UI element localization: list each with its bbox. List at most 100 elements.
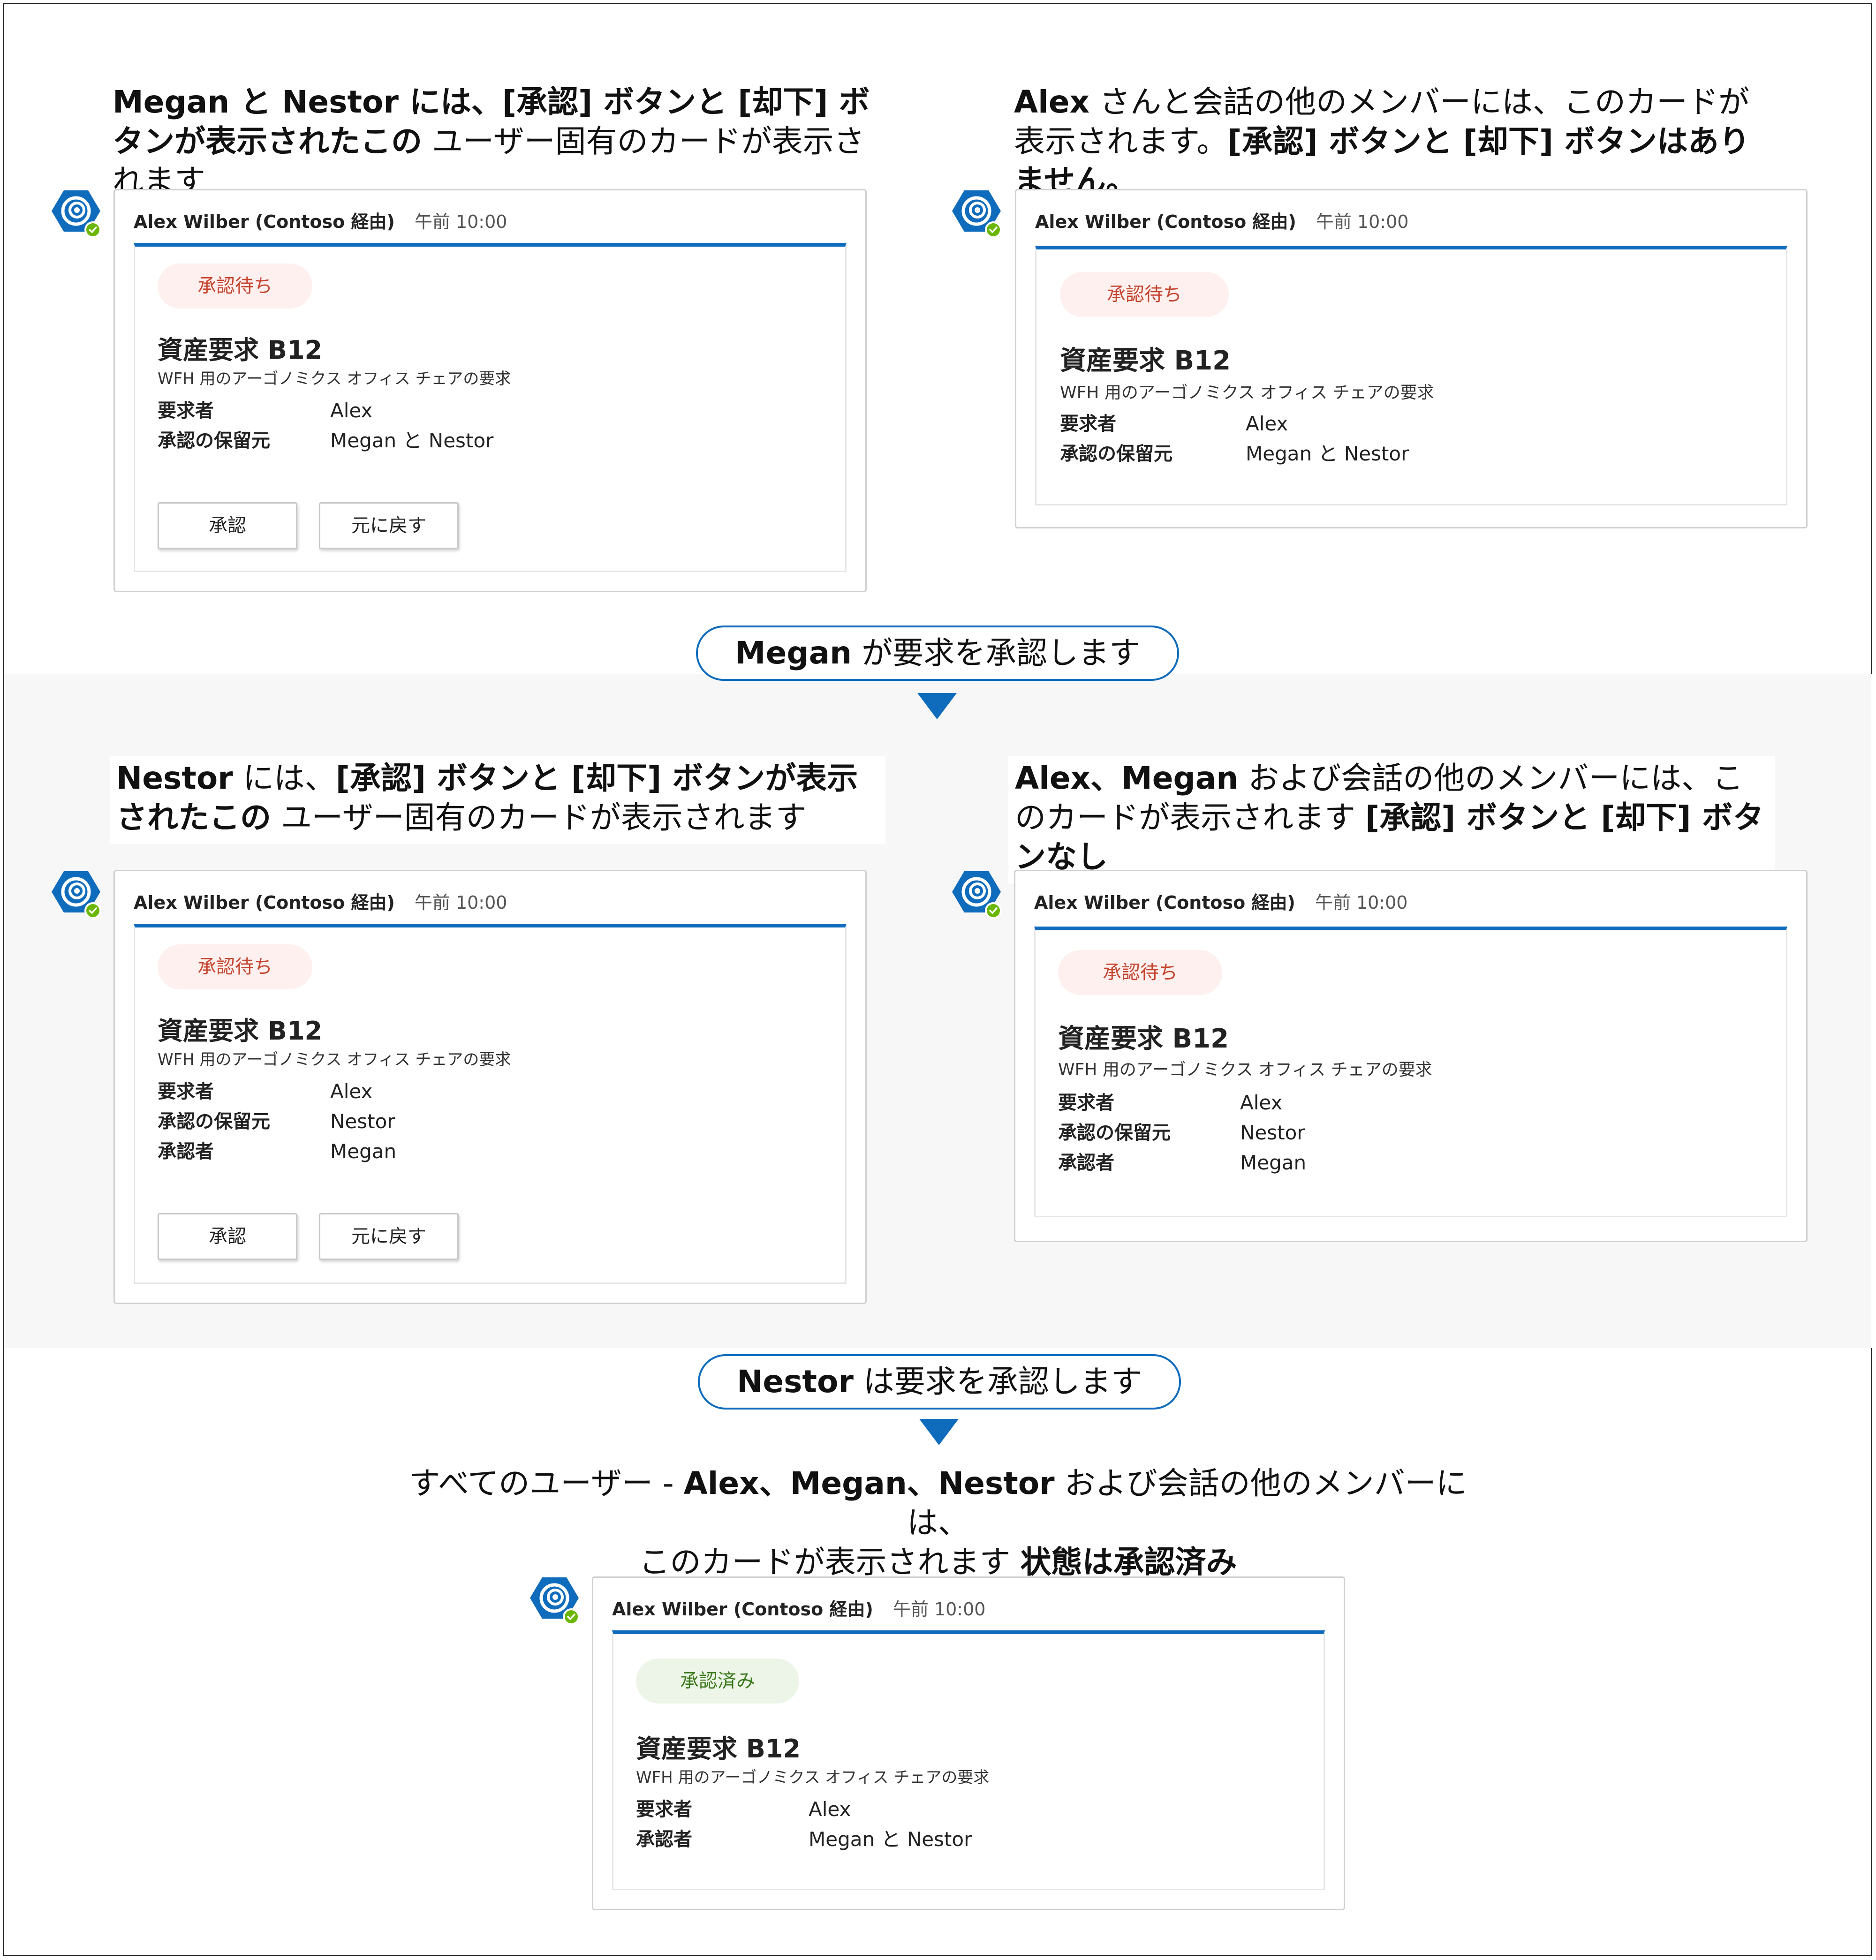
- caption-top-right-name: Alex: [1014, 84, 1090, 120]
- field-label: 要求者: [1060, 413, 1116, 435]
- swirl-core: [975, 888, 980, 894]
- card-body: 承認待ち 資産要求 B12 WFH 用のアーゴノミクス オフィス チェアの要求 …: [134, 924, 847, 1284]
- adaptive-card-others: Alex Wilber (Contoso 経由) 午前 10:00 承認待ち 資…: [1015, 189, 1808, 528]
- field-row: 要求者 Alex: [1060, 409, 1409, 439]
- field-row: 要求者 Alex: [158, 396, 493, 426]
- status-badge: 承認済み: [636, 1658, 799, 1704]
- status-badge: 承認待ち: [1058, 950, 1222, 995]
- request-subtitle: WFH 用のアーゴノミクス オフィス チェアの要求: [1060, 383, 1434, 402]
- request-title: 資産要求 B12: [158, 335, 323, 365]
- request-subtitle: WFH 用のアーゴノミクス オフィス チェアの要求: [158, 1050, 511, 1069]
- caption-mid-left-normal-2: ユーザー固有のカードが表示されます: [271, 799, 807, 836]
- step-megan-name: Megan: [734, 635, 852, 671]
- field-value: Megan: [330, 1140, 397, 1163]
- card-body: 承認待ち 資産要求 B12 WFH 用のアーゴノミクス オフィス チェアの要求 …: [1034, 927, 1787, 1217]
- undo-button[interactable]: 元に戻す: [319, 502, 459, 549]
- field-row: 要求者 Alex: [158, 1077, 396, 1107]
- request-title: 資産要求 B12: [1060, 346, 1231, 376]
- presence-available-icon: [86, 223, 99, 236]
- request-title: 資産要求 B12: [636, 1734, 801, 1764]
- field-value: Alex: [330, 399, 373, 422]
- field-label: 要求者: [636, 1799, 692, 1820]
- card-header: Alex Wilber (Contoso 経由) 午前 10:00: [134, 884, 847, 917]
- request-fields: 要求者 Alex 承認の保留元 Nestor 承認者 Megan: [158, 1077, 396, 1167]
- step-nestor-name: Nestor: [737, 1364, 854, 1400]
- step-megan-text: が要求を承認します: [852, 635, 1141, 671]
- field-row: 要求者 Alex: [636, 1794, 972, 1824]
- request-fields: 要求者 Alex 承認の保留元 Megan と Nestor: [158, 396, 493, 456]
- field-label: 承認の保留元: [158, 430, 270, 452]
- field-label: 要求者: [158, 400, 214, 422]
- caption-bottom: すべてのユーザー - Alex、Megan、Nestor および会話の他のメンバ…: [385, 1464, 1491, 1582]
- request-subtitle: WFH 用のアーゴノミクス オフィス チェアの要求: [158, 369, 511, 388]
- presence-available-icon: [86, 904, 99, 917]
- caption-mid-left-normal-1: には、: [233, 760, 336, 796]
- field-value: Megan と Nestor: [809, 1828, 972, 1851]
- bot-avatar-icon: [530, 1577, 580, 1625]
- request-title: 資産要求 B12: [1058, 1024, 1229, 1054]
- field-row: 承認者 Megan: [1058, 1148, 1306, 1178]
- undo-button[interactable]: 元に戻す: [319, 1213, 459, 1260]
- field-value: Megan: [1240, 1151, 1307, 1174]
- step-nestor-text: は要求を承認します: [853, 1364, 1142, 1400]
- request-subtitle: WFH 用のアーゴノミクス オフィス チェアの要求: [1058, 1060, 1432, 1079]
- card-sender: Alex Wilber (Contoso 経由): [134, 892, 395, 913]
- arrow-down-icon: [919, 1419, 959, 1445]
- field-row: 承認の保留元 Megan と Nestor: [1060, 439, 1409, 469]
- card-sender: Alex Wilber (Contoso 経由): [612, 1598, 873, 1620]
- swirl-core: [552, 1594, 558, 1600]
- presence-available-icon: [565, 1610, 578, 1623]
- request-fields: 要求者 Alex 承認者 Megan と Nestor: [636, 1794, 972, 1854]
- field-label: 承認者: [158, 1141, 214, 1162]
- presence-available-icon: [987, 223, 1000, 236]
- field-value: Alex: [1240, 1091, 1283, 1114]
- caption-top-left: Megan と Nestor には、[承認] ボタンと [却下] ボタンが表示さ…: [113, 83, 872, 201]
- caption-bottom-state: 状態は承認済み: [1020, 1544, 1237, 1580]
- arrow-down-icon: [917, 693, 957, 719]
- field-row: 承認者 Megan と Nestor: [636, 1824, 972, 1854]
- caption-bottom-line-1: すべてのユーザー - Alex、Megan、Nestor および会話の他のメンバ…: [385, 1464, 1491, 1543]
- card-time: 午前 10:00: [1315, 892, 1408, 913]
- caption-bottom-lead: すべてのユーザー -: [409, 1465, 684, 1501]
- approve-button[interactable]: 承認: [158, 1213, 297, 1260]
- approve-button[interactable]: 承認: [158, 502, 297, 549]
- status-badge: 承認待ち: [158, 944, 312, 989]
- caption-mid-left: Nestor には、[承認] ボタンと [却下] ボタンが表示されたこの ユーザ…: [110, 756, 885, 844]
- field-row: 承認者 Megan: [158, 1137, 396, 1167]
- card-time: 午前 10:00: [893, 1598, 986, 1620]
- card-header: Alex Wilber (Contoso 経由) 午前 10:00: [1035, 204, 1787, 236]
- caption-top-right: Alex さんと会話の他のメンバーには、このカードが表示されます。[承認] ボタ…: [1014, 83, 1764, 201]
- adaptive-card-megan-nestor: Alex Wilber (Contoso 経由) 午前 10:00 承認待ち 資…: [113, 189, 867, 592]
- bot-avatar-icon: [52, 871, 101, 919]
- status-badge: 承認待ち: [1060, 272, 1229, 317]
- bot-avatar-icon: [952, 190, 1002, 238]
- field-value: Alex: [809, 1798, 851, 1821]
- step-megan-approves: Megan が要求を承認します: [696, 626, 1179, 681]
- swirl-core: [975, 207, 980, 213]
- card-time: 午前 10:00: [414, 211, 507, 232]
- adaptive-card-nestor: Alex Wilber (Contoso 経由) 午前 10:00 承認待ち 資…: [113, 870, 867, 1304]
- adaptive-card-approved: Alex Wilber (Contoso 経由) 午前 10:00 承認済み 資…: [592, 1576, 1345, 1910]
- field-label: 承認の保留元: [1058, 1122, 1171, 1144]
- request-subtitle: WFH 用のアーゴノミクス オフィス チェアの要求: [636, 1768, 990, 1787]
- field-value: Alex: [330, 1080, 373, 1103]
- caption-mid-left-name: Nestor: [116, 760, 233, 796]
- card-header: Alex Wilber (Contoso 経由) 午前 10:00: [134, 204, 847, 236]
- card-body: 承認済み 資産要求 B12 WFH 用のアーゴノミクス オフィス チェアの要求 …: [612, 1630, 1325, 1890]
- field-value: Megan と Nestor: [330, 429, 494, 452]
- card-header: Alex Wilber (Contoso 経由) 午前 10:00: [1034, 884, 1787, 917]
- request-fields: 要求者 Alex 承認の保留元 Nestor 承認者 Megan: [1058, 1088, 1306, 1178]
- card-body: 承認待ち 資産要求 B12 WFH 用のアーゴノミクス オフィス チェアの要求 …: [1035, 246, 1787, 505]
- adaptive-card-others-after-megan: Alex Wilber (Contoso 経由) 午前 10:00 承認待ち 資…: [1014, 870, 1808, 1242]
- card-time: 午前 10:00: [414, 892, 507, 913]
- field-label: 承認の保留元: [1060, 443, 1172, 465]
- field-value: Nestor: [1240, 1121, 1305, 1144]
- field-value: Alex: [1246, 412, 1288, 435]
- swirl-core: [74, 207, 80, 213]
- field-label: 承認の保留元: [158, 1111, 270, 1132]
- field-label: 要求者: [1058, 1092, 1114, 1114]
- status-badge: 承認待ち: [158, 264, 312, 309]
- field-row: 承認の保留元 Nestor: [1058, 1118, 1306, 1148]
- step-nestor-approves: Nestor は要求を承認します: [698, 1354, 1181, 1410]
- bot-avatar-icon: [952, 871, 1002, 919]
